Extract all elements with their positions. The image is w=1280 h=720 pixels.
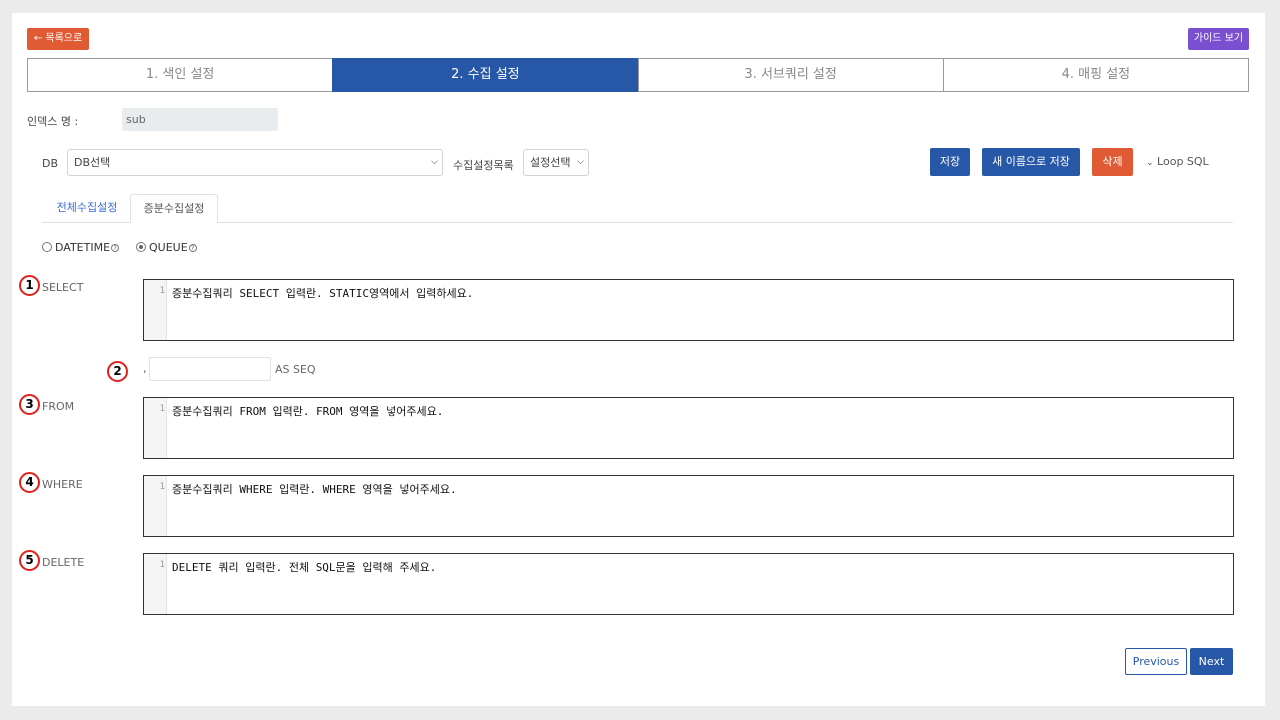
collect-settings-select[interactable]: 설정선택 ⌵ <box>523 149 589 176</box>
from-query-editor[interactable]: 1 증분수집쿼리 FROM 입력란. FROM 영역을 넣어주세요. <box>143 397 1234 459</box>
main-panel: ← 목록으로 가이드 보기 1. 색인 설정 2. 수집 설정 3. 서브쿼리 … <box>12 13 1265 706</box>
marker-4: 4 <box>19 472 40 493</box>
collect-select-value: 설정선택 <box>530 156 571 169</box>
line-gutter: 1 <box>144 398 167 458</box>
radio-datetime[interactable]: DATETIME? <box>42 241 120 254</box>
where-label: WHERE <box>42 478 83 491</box>
next-button[interactable]: Next <box>1190 648 1233 675</box>
radio-queue-label: QUEUE <box>149 241 188 254</box>
select-query-text: 증분수집쿼리 SELECT 입력란. STATIC영역에서 입력하세요. <box>172 287 474 300</box>
radio-queue[interactable]: QUEUE? <box>136 241 197 254</box>
db-select[interactable]: DB선택 ⌵ <box>67 149 443 176</box>
line-number: 1 <box>159 286 165 296</box>
marker-1: 1 <box>19 275 40 296</box>
back-to-list-button[interactable]: ← 목록으로 <box>27 28 89 50</box>
guide-button[interactable]: 가이드 보기 <box>1188 28 1249 50</box>
where-query-editor[interactable]: 1 증분수집쿼리 WHERE 입력란. WHERE 영역을 넣어주세요. <box>143 475 1234 537</box>
chevron-down-icon: ⌵ <box>431 157 438 167</box>
from-query-text: 증분수집쿼리 FROM 입력란. FROM 영역을 넣어주세요. <box>172 405 444 418</box>
select-query-editor[interactable]: 1 증분수집쿼리 SELECT 입력란. STATIC영역에서 입력하세요. <box>143 279 1234 341</box>
delete-button[interactable]: 삭제 <box>1092 148 1133 176</box>
delete-query-editor[interactable]: 1 DELETE 쿼리 입력란. 전체 SQL문을 입력해 주세요. <box>143 553 1234 615</box>
tab-incremental-collect[interactable]: 증분수집설정 <box>130 194 218 223</box>
select-label: SELECT <box>42 281 84 294</box>
step-mapping-settings[interactable]: 4. 매핑 설정 <box>942 58 1249 92</box>
index-name-field: sub <box>122 108 278 131</box>
save-button[interactable]: 저장 <box>930 148 970 176</box>
index-name-label: 인덱스 명 : <box>27 115 79 128</box>
line-number: 1 <box>159 482 165 492</box>
step-collect-settings[interactable]: 2. 수집 설정 <box>332 58 639 92</box>
save-as-button[interactable]: 새 이름으로 저장 <box>982 148 1080 176</box>
radio-datetime-label: DATETIME <box>55 241 111 254</box>
marker-3: 3 <box>19 394 40 415</box>
radio-circle <box>42 242 52 252</box>
radio-circle-checked <box>136 242 146 252</box>
seq-prefix: , <box>143 362 147 375</box>
collect-list-label: 수집설정목록 <box>453 159 514 172</box>
from-label: FROM <box>42 400 75 413</box>
line-gutter: 1 <box>144 554 167 614</box>
loop-sql-label: Loop SQL <box>1157 155 1209 168</box>
step-navigation: 1. 색인 설정 2. 수집 설정 3. 서브쿼리 설정 4. 매핑 설정 <box>27 58 1249 92</box>
chevron-down-icon: ⌄ <box>1146 158 1154 168</box>
delete-query-text: DELETE 쿼리 입력란. 전체 SQL문을 입력해 주세요. <box>172 561 437 574</box>
step-index-settings[interactable]: 1. 색인 설정 <box>27 58 334 92</box>
tab-full-collect[interactable]: 전체수집설정 <box>42 194 132 223</box>
previous-button[interactable]: Previous <box>1125 648 1187 675</box>
db-select-value: DB선택 <box>74 156 111 169</box>
line-number: 1 <box>159 560 165 570</box>
help-icon[interactable]: ? <box>111 244 120 252</box>
marker-5: 5 <box>19 550 40 571</box>
delete-label: DELETE <box>42 556 85 569</box>
seq-suffix-label: AS SEQ <box>275 363 316 376</box>
where-query-text: 증분수집쿼리 WHERE 입력란. WHERE 영역을 넣어주세요. <box>172 483 457 496</box>
db-label: DB <box>42 157 59 170</box>
line-gutter: 1 <box>144 280 167 340</box>
tabs-divider <box>42 222 1233 223</box>
line-number: 1 <box>159 404 165 414</box>
step-subquery-settings[interactable]: 3. 서브쿼리 설정 <box>637 58 944 92</box>
help-icon[interactable]: ? <box>188 244 197 252</box>
seq-column-input[interactable] <box>149 357 271 381</box>
loop-sql-toggle[interactable]: ⌄ Loop SQL <box>1146 155 1209 168</box>
line-gutter: 1 <box>144 476 167 536</box>
marker-2: 2 <box>107 361 128 382</box>
chevron-down-icon: ⌵ <box>577 157 584 167</box>
